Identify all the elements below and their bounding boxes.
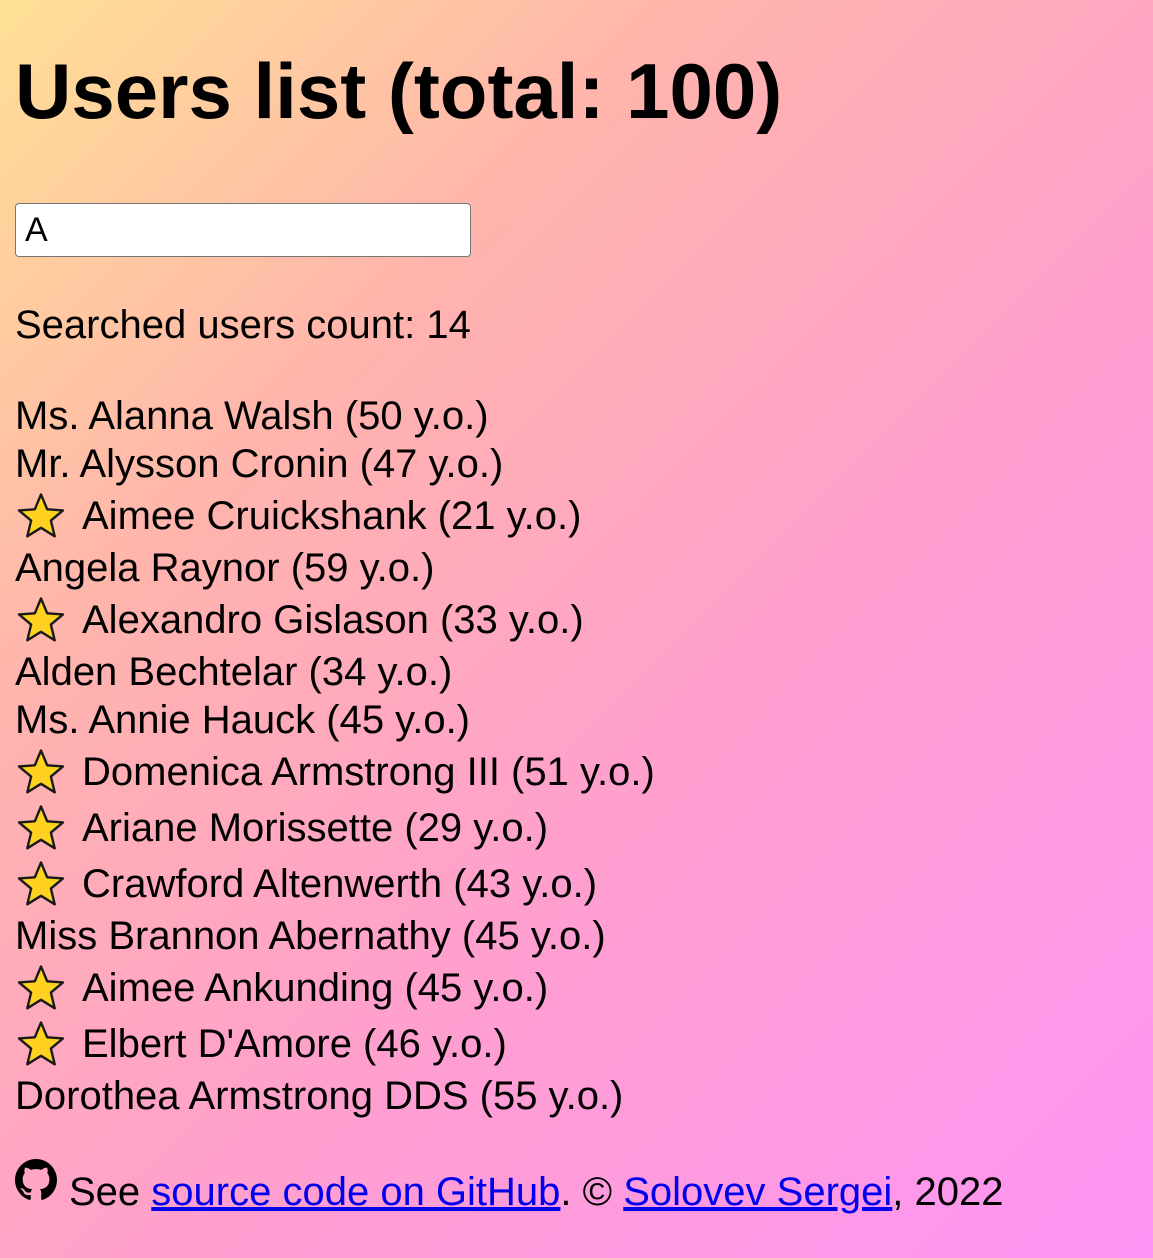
searched-count: Searched users count: 14 xyxy=(15,303,471,347)
user-name-age: Mr. Alysson Cronin (47 y.o.) xyxy=(15,442,504,486)
users-list: Ms. Alanna Walsh (50 y.o.) Mr. Alysson Cr… xyxy=(15,392,655,1120)
user-list-item: Domenica Armstrong III (51 y.o.) xyxy=(15,744,655,800)
user-list-item: Dorothea Armstrong DDS (55 y.o.) xyxy=(15,1072,655,1120)
user-name-age: Ariane Morissette (29 y.o.) xyxy=(82,806,549,850)
user-name-age: Elbert D'Amore (46 y.o.) xyxy=(82,1022,507,1066)
user-list-item: Miss Brannon Abernathy (45 y.o.) xyxy=(15,912,655,960)
author-link[interactable]: Solovev Sergei xyxy=(623,1168,892,1216)
star-icon xyxy=(16,804,66,852)
user-list-item: Elbert D'Amore (46 y.o.) xyxy=(15,1016,655,1072)
footer-year-text: , 2022 xyxy=(892,1170,1004,1214)
user-list-item: Alden Bechtelar (34 y.o.) xyxy=(15,648,655,696)
user-name-age: Aimee Cruickshank (21 y.o.) xyxy=(82,494,582,538)
star-icon xyxy=(16,748,66,796)
footer-copyright-text: . © xyxy=(560,1170,624,1214)
user-list-item: Mr. Alysson Cronin (47 y.o.) xyxy=(15,440,655,488)
star-icon xyxy=(16,964,66,1012)
user-list-item: Angela Raynor (59 y.o.) xyxy=(15,544,655,592)
user-list-item: Ms. Annie Hauck (45 y.o.) xyxy=(15,696,655,744)
github-icon xyxy=(15,1159,57,1201)
user-name-age: Crawford Altenwerth (43 y.o.) xyxy=(82,862,598,906)
user-list-item: Ms. Alanna Walsh (50 y.o.) xyxy=(15,392,655,440)
search-input[interactable] xyxy=(15,203,471,257)
user-name-age: Domenica Armstrong III (51 y.o.) xyxy=(82,750,655,794)
star-icon xyxy=(16,492,66,540)
user-list-item: Ariane Morissette (29 y.o.) xyxy=(15,800,655,856)
user-list-item: Crawford Altenwerth (43 y.o.) xyxy=(15,856,655,912)
user-name-age: Alden Bechtelar (34 y.o.) xyxy=(15,650,453,694)
user-name-age: Dorothea Armstrong DDS (55 y.o.) xyxy=(15,1074,624,1118)
footer-see-text: See xyxy=(69,1170,152,1214)
star-icon xyxy=(16,596,66,644)
footer: See source code on GitHub . © Solovev Se… xyxy=(15,1159,1004,1216)
user-name-age: Ms. Alanna Walsh (50 y.o.) xyxy=(15,394,489,438)
user-name-age: Alexandro Gislason (33 y.o.) xyxy=(82,598,584,642)
user-name-age: Angela Raynor (59 y.o.) xyxy=(15,546,435,590)
page-title: Users list (total: 100) xyxy=(15,47,783,135)
star-icon xyxy=(16,860,66,908)
user-name-age: Ms. Annie Hauck (45 y.o.) xyxy=(15,698,470,742)
user-name-age: Aimee Ankunding (45 y.o.) xyxy=(82,966,549,1010)
source-code-link[interactable]: source code on GitHub xyxy=(151,1168,560,1216)
user-name-age: Miss Brannon Abernathy (45 y.o.) xyxy=(15,914,606,958)
user-list-item: Aimee Cruickshank (21 y.o.) xyxy=(15,488,655,544)
star-icon xyxy=(16,1020,66,1068)
user-list-item: Aimee Ankunding (45 y.o.) xyxy=(15,960,655,1016)
user-list-item: Alexandro Gislason (33 y.o.) xyxy=(15,592,655,648)
